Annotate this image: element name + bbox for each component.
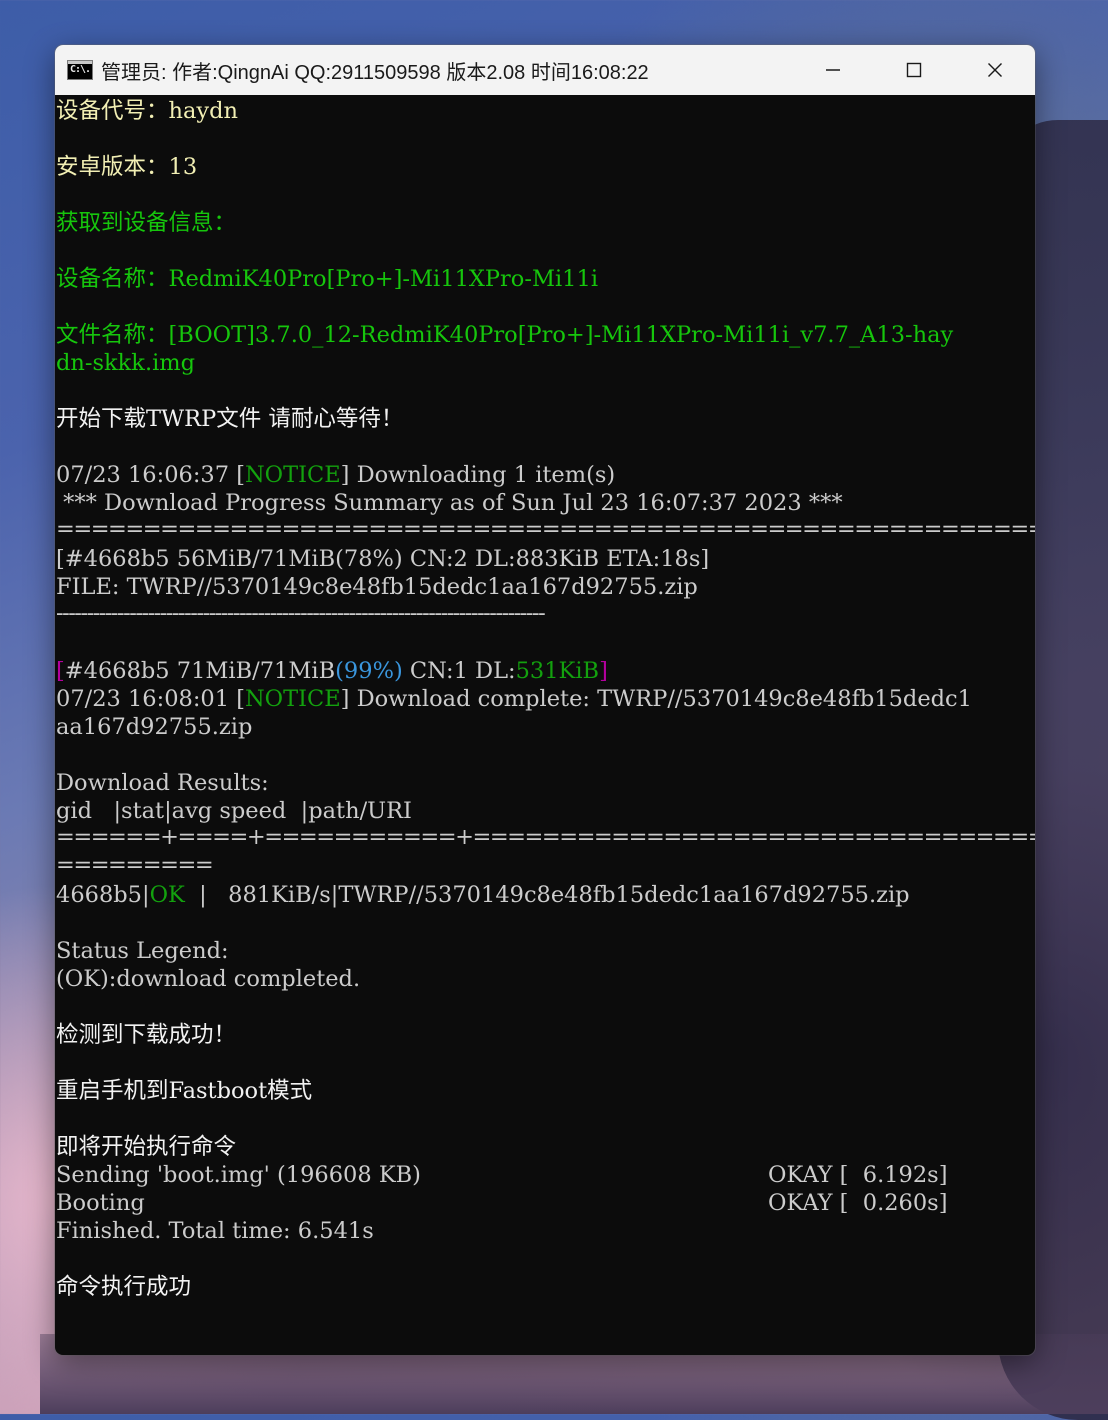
result-status-ok: OK <box>149 882 185 908</box>
maximize-icon <box>906 62 921 78</box>
device-name-line: 设备名称：RedmiK40Pro[Pro+]-Mi11XPro-Mi11i <box>56 266 599 292</box>
close-button[interactable] <box>954 45 1035 95</box>
device-code-line: 设备代号：haydn <box>56 98 239 124</box>
notice-tag: NOTICE <box>244 686 341 712</box>
legend-title: Status Legend: <box>56 938 229 964</box>
result-gid: 4668b5| <box>56 882 150 908</box>
sending-status: OKAY [ 6.192s] <box>768 1162 948 1188</box>
minimize-icon <box>825 69 840 71</box>
notice-timestamp: 07/23 16:06:37 [ <box>56 462 245 488</box>
detect-success-line: 检测到下载成功！ <box>56 1022 237 1048</box>
window-title: 管理员: 作者:QingnAi QQ:2911509598 版本2.08 时间1… <box>101 61 649 84</box>
notice-downloading-line: 07/23 16:06:37 [NOTICE] Downloading 1 it… <box>56 461 615 489</box>
minimize-button[interactable] <box>792 45 873 95</box>
legend-ok: (OK):download completed. <box>56 966 361 992</box>
result-speed-path: | 881KiB/s|TWRP//5370149c8e48fb15dedc1aa… <box>184 882 910 908</box>
results-rule: ======+====+===========+================… <box>56 824 1035 850</box>
result-row: 4668b5|OK | 881KiB/s|TWRP//5370149c8e48f… <box>56 881 910 909</box>
command-success-line: 命令执行成功 <box>56 1274 192 1300</box>
notice-timestamp: 07/23 16:08:01 [ <box>56 686 245 712</box>
progress-download-speed: 531KiB <box>515 658 600 684</box>
booting-status: OKAY [ 0.260s] <box>768 1190 948 1216</box>
file-name-line: 文件名称：[BOOT]3.7.0_12-RedmiK40Pro[Pro+]-Mi… <box>56 322 954 348</box>
android-version-line: 安卓版本：13 <box>56 154 198 180</box>
start-download-line: 开始下载TWRP文件 请耐心等待！ <box>56 406 404 432</box>
results-header: gid |stat|avg speed |path/URI <box>56 798 412 824</box>
progress-close-bracket: ] <box>599 658 608 684</box>
close-icon <box>987 63 1002 77</box>
results-title: Download Results: <box>56 770 269 796</box>
file-path-line: FILE: TWRP//5370149c8e48fb15dedc1aa167d9… <box>56 574 698 600</box>
maximize-button[interactable] <box>873 45 954 95</box>
notice-complete-wrap: aa167d92755.zip <box>56 714 253 740</box>
booting-line: Booting <box>56 1190 145 1216</box>
progress-connections: CN:1 DL: <box>402 658 516 684</box>
finished-line: Finished. Total time: 6.541s <box>56 1218 374 1244</box>
progress-open-bracket: [ <box>56 658 65 684</box>
progress-summary-line: *** Download Progress Summary as of Sun … <box>56 490 843 516</box>
file-name-line-wrap: dn-skkk.img <box>56 350 196 376</box>
notice-complete-line: 07/23 16:08:01 [NOTICE] Download complet… <box>56 685 972 713</box>
progress-line-99: [#4668b5 71MiB/71MiB(99%) CN:1 DL:531KiB… <box>56 657 608 685</box>
progress-percent: (99%) <box>335 658 403 684</box>
notice-message: ] Downloading 1 item(s) <box>340 462 616 488</box>
device-info-heading: 获取到设备信息： <box>56 210 237 236</box>
rule-equals: ========================================… <box>56 516 1035 542</box>
console-app-icon: C:\. <box>67 60 93 80</box>
progress-id: #4668b5 71MiB/71MiB <box>64 658 336 684</box>
results-rule-wrap: ========= <box>56 852 214 878</box>
rule-dashes: ----------------------------------------… <box>56 600 546 626</box>
terminal-output[interactable]: 设备代号：haydn 安卓版本：13 获取到设备信息： 设备名称：RedmiK4… <box>55 95 1035 1355</box>
sending-line: Sending 'boot.img' (196608 KB) <box>56 1162 421 1188</box>
notice-message: ] Download complete: TWRP//5370149c8e48f… <box>340 686 972 712</box>
reboot-fastboot-line: 重启手机到Fastboot模式 <box>56 1078 313 1104</box>
title-bar[interactable]: C:\. 管理员: 作者:QingnAi QQ:2911509598 版本2.0… <box>55 45 1035 95</box>
progress-line-78: [#4668b5 56MiB/71MiB(78%) CN:2 DL:883KiB… <box>56 546 710 572</box>
console-window: C:\. 管理员: 作者:QingnAi QQ:2911509598 版本2.0… <box>55 45 1035 1355</box>
about-to-run-line: 即将开始执行命令 <box>56 1134 237 1160</box>
window-controls <box>792 45 1035 95</box>
notice-tag: NOTICE <box>244 462 341 488</box>
